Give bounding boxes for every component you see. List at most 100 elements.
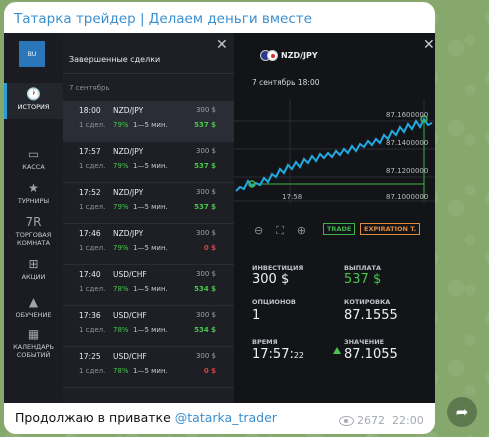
- deal-count: 1 сдел.: [79, 326, 106, 334]
- quote-value: 87.1555: [344, 308, 398, 323]
- close-icon[interactable]: ✕: [216, 37, 228, 53]
- platform-sidebar: BU 🕐 ИСТОРИЯ ▭ КАССА ★ ТУРНИРЫ 7R ТОРГОВАЯ КОМН…: [4, 33, 63, 403]
- price-label: 87.1000000: [386, 193, 428, 201]
- nav-item-label: АКЦИИ: [21, 273, 46, 281]
- detail-datetime: 7 сентябрь 18:00: [252, 78, 320, 87]
- deal-time: 17:25: [79, 352, 101, 361]
- nav-item-6[interactable]: ▲ ОБУЧЕНИЕ: [4, 291, 63, 321]
- deal-percent: 79%: [113, 203, 129, 211]
- investment-label: ИНВЕСТИЦИЯ: [252, 264, 304, 272]
- deal-time: 17:40: [79, 270, 101, 279]
- deal-amount: 300 $: [195, 147, 216, 155]
- share-button[interactable]: ➦: [447, 397, 477, 427]
- zoom-in-icon[interactable]: ⊕: [297, 224, 306, 237]
- message-time: 22:00: [392, 414, 424, 427]
- nav-item-label: КАССА: [22, 163, 45, 171]
- fullscreen-icon[interactable]: ⛶: [276, 224, 284, 237]
- message-bubble: Татарка трейдер | Делаем деньги вместе B…: [4, 2, 435, 434]
- deal-payout: 0 $: [203, 244, 216, 252]
- clock-icon: 🕐: [26, 87, 41, 101]
- deal-count: 1 сдел.: [79, 203, 106, 211]
- price-chart[interactable]: 87.1600000 87.1400000 87.1200000 87.1000…: [234, 99, 435, 204]
- deal-row[interactable]: 17:25 USD/CHF 300 $ 1 сдел. 78% 1—5 мин. 0 $: [63, 347, 234, 388]
- deal-duration: 1—5 мин.: [133, 367, 168, 375]
- value-label: ЗНАЧЕНИЕ: [344, 338, 385, 346]
- channel-link[interactable]: @tatarka_trader: [175, 410, 277, 425]
- deal-time: 17:46: [79, 229, 101, 238]
- nav-item-label: ТУРНИРЫ: [17, 197, 50, 205]
- deal-row[interactable]: 17:57 NZD/JPY 300 $ 1 сдел. 79% 1—5 мин. 537 $: [63, 142, 234, 183]
- platform-logo[interactable]: BU: [19, 41, 45, 67]
- deal-payout: 537 $: [194, 203, 216, 211]
- nav-item-2[interactable]: ▭ КАССА: [4, 143, 63, 171]
- payout-label: ВЫПЛАТА: [344, 264, 382, 272]
- currency-flags-icon: [260, 50, 280, 62]
- nav-item-3[interactable]: ★ ТУРНИРЫ: [4, 177, 63, 205]
- deal-row[interactable]: 17:36 USD/CHF 300 $ 1 сдел. 78% 1—5 мин. 534 $: [63, 306, 234, 347]
- gift-icon: ⊞: [28, 257, 39, 271]
- deal-duration: 1—5 мин.: [133, 203, 168, 211]
- nav-item-7[interactable]: ▦ КАЛЕНДАРЬ СОБЫТИЙ: [4, 323, 63, 365]
- deal-detail-panel: ✕ NZD/JPY 7 сентябрь 18:00 87.1600000 87…: [234, 33, 435, 403]
- wallet-icon: ▭: [27, 147, 40, 161]
- deals-date: 7 сентябрь: [69, 84, 110, 92]
- zoom-out-icon[interactable]: ⊖: [254, 224, 263, 237]
- price-label: 87.1400000: [386, 139, 428, 147]
- deal-time: 18:00: [79, 106, 101, 115]
- deal-row[interactable]: 17:40 USD/CHF 300 $ 1 сдел. 78% 1—5 мин. 534 $: [63, 265, 234, 306]
- eye-icon: [339, 416, 354, 426]
- value-value: 87.1055: [344, 347, 398, 362]
- time-value: 17:57:22: [252, 347, 305, 362]
- time-label: 17:58: [282, 193, 302, 201]
- nav-item-1[interactable]: 🕐 ИСТОРИЯ: [4, 83, 63, 119]
- quote-label: КОТИРОВКА: [344, 298, 391, 306]
- channel-title[interactable]: Татарка трейдер | Делаем деньги вместе: [14, 11, 312, 27]
- deal-pair: USD/CHF: [113, 270, 147, 279]
- deal-count: 1 сдел.: [79, 121, 106, 129]
- nav-item-5[interactable]: ⊞ АКЦИИ: [4, 253, 63, 283]
- deal-payout: 534 $: [194, 285, 216, 293]
- deal-pair: NZD/JPY: [113, 106, 144, 115]
- deal-pair: USD/CHF: [113, 352, 147, 361]
- deal-pair: USD/CHF: [113, 311, 147, 320]
- deal-payout: 0 $: [203, 367, 216, 375]
- detail-pair: NZD/JPY: [281, 51, 318, 60]
- deal-count: 1 сдел.: [79, 367, 106, 375]
- deal-payout: 537 $: [194, 121, 216, 129]
- expiration-button[interactable]: EXPIRATION T.: [360, 223, 421, 235]
- deal-time: 17:52: [79, 188, 101, 197]
- options-label: ОПЦИОНОВ: [252, 298, 296, 306]
- deal-count: 1 сдел.: [79, 162, 106, 170]
- nav-item-label: ТОРГОВАЯ КОМНАТА: [15, 231, 52, 247]
- close-icon[interactable]: ✕: [423, 37, 435, 53]
- deal-payout: 534 $: [194, 326, 216, 334]
- up-arrow-icon: [333, 347, 341, 354]
- deal-row[interactable]: 17:46 NZD/JPY 300 $ 1 сдел. 79% 1—5 мин. 0 $: [63, 224, 234, 265]
- deal-row[interactable]: 17:52 NZD/JPY 300 $ 1 сдел. 79% 1—5 мин. 537 $: [63, 183, 234, 224]
- graduation-cap-icon: ▲: [28, 295, 39, 309]
- nav-item-label: ИСТОРИЯ: [17, 103, 50, 111]
- deal-pair: NZD/JPY: [113, 147, 144, 156]
- deal-time: 17:57: [79, 147, 101, 156]
- nav-item-4[interactable]: 7R ТОРГОВАЯ КОМНАТА: [4, 211, 63, 247]
- deal-payout: 537 $: [194, 162, 216, 170]
- deal-amount: 300 $: [195, 311, 216, 319]
- trade-button[interactable]: TRADE: [323, 223, 356, 235]
- deal-time: 17:36: [79, 311, 101, 320]
- trading-room-icon: 7R: [25, 215, 42, 229]
- deal-duration: 1—5 мин.: [133, 244, 168, 252]
- trading-screenshot[interactable]: BU 🕐 ИСТОРИЯ ▭ КАССА ★ ТУРНИРЫ 7R ТОРГОВАЯ КОМН…: [4, 33, 435, 403]
- view-count: 2672: [357, 414, 385, 427]
- nav-item-label: КАЛЕНДАРЬ СОБЫТИЙ: [13, 343, 54, 359]
- share-arrow-icon: ➦: [455, 403, 469, 421]
- deal-count: 1 сдел.: [79, 244, 106, 252]
- deals-header: Завершенные сделки: [69, 55, 161, 64]
- calendar-icon: ▦: [27, 327, 40, 341]
- deal-percent: 79%: [113, 121, 129, 129]
- message-meta: 2672 22:00: [339, 414, 424, 427]
- deal-amount: 300 $: [195, 270, 216, 278]
- deal-row[interactable]: 18:00 NZD/JPY 300 $ 1 сдел. 79% 1—5 мин. 537 $: [63, 101, 234, 142]
- options-value: 1: [252, 308, 261, 323]
- divider: [63, 73, 234, 74]
- nav-item-label: ОБУЧЕНИЕ: [15, 311, 52, 319]
